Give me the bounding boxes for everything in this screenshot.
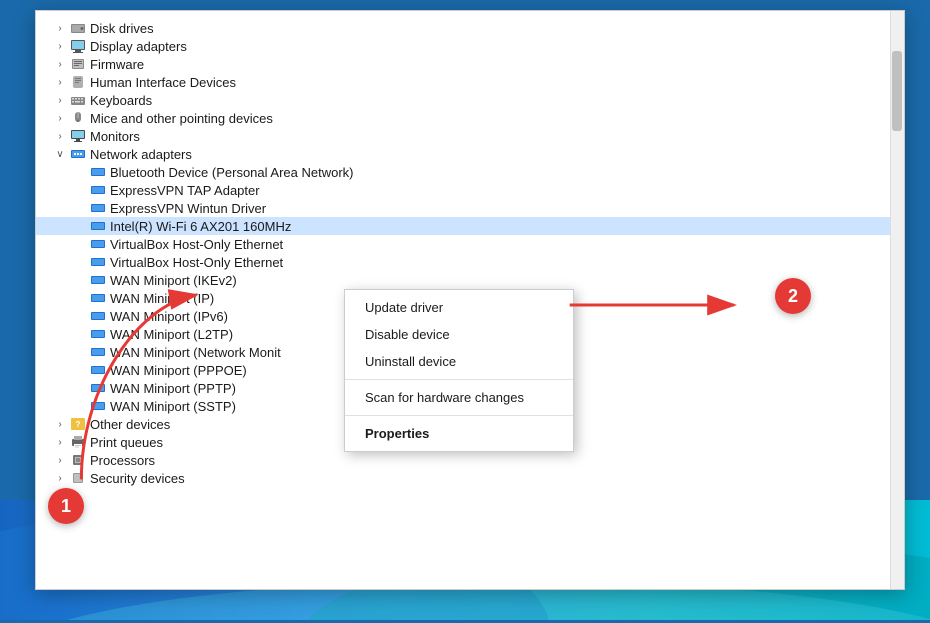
tree-item-wan-ikev2[interactable]: › WAN Miniport (IKEv2)	[36, 271, 904, 289]
expand-icon: ∨	[52, 146, 68, 162]
expand-icon: ›	[52, 416, 68, 432]
tree-item-expressvpn-tap[interactable]: › ExpressVPN TAP Adapter	[36, 181, 904, 199]
display-adapters-label: Display adapters	[90, 39, 187, 54]
security-devices-icon	[70, 470, 86, 486]
expand-icon: ›	[52, 434, 68, 450]
other-devices-label: Other devices	[90, 417, 170, 432]
tree-item-hid[interactable]: › Human Interface Devices	[36, 73, 904, 91]
tree-item-mice[interactable]: › Mice and other pointing devices	[36, 109, 904, 127]
disk-drives-icon	[70, 20, 86, 36]
network-adapters-icon	[70, 146, 86, 162]
mice-icon	[70, 110, 86, 126]
processors-label: Processors	[90, 453, 155, 468]
expressvpn-wintun-label: ExpressVPN Wintun Driver	[110, 201, 266, 216]
context-menu-properties[interactable]: Properties	[345, 420, 573, 447]
expand-icon: ›	[52, 128, 68, 144]
callout-2: 2	[775, 278, 811, 314]
tree-item-display-adapters[interactable]: › Display adapters	[36, 37, 904, 55]
vbox1-label: VirtualBox Host-Only Ethernet	[110, 237, 283, 252]
tree-item-bluetooth[interactable]: › Bluetooth Device (Personal Area Networ…	[36, 163, 904, 181]
tree-item-intel-wifi[interactable]: › Intel(R) Wi-Fi 6 AX201 160MHz	[36, 217, 904, 235]
vbox2-label: VirtualBox Host-Only Ethernet	[110, 255, 283, 270]
expand-icon: ›	[52, 470, 68, 486]
bluetooth-label: Bluetooth Device (Personal Area Network)	[110, 165, 354, 180]
scrollbar[interactable]	[890, 11, 904, 589]
display-adapters-icon	[70, 38, 86, 54]
intel-wifi-label: Intel(R) Wi-Fi 6 AX201 160MHz	[110, 219, 291, 234]
network-icon-10	[90, 326, 106, 342]
scrollbar-thumb[interactable]	[892, 51, 902, 131]
expand-icon: ›	[52, 74, 68, 90]
monitors-icon	[70, 128, 86, 144]
monitors-label: Monitors	[90, 129, 140, 144]
mice-label: Mice and other pointing devices	[90, 111, 273, 126]
network-icon-5	[90, 236, 106, 252]
expand-icon: ›	[52, 92, 68, 108]
tree-item-expressvpn-wintun[interactable]: › ExpressVPN Wintun Driver	[36, 199, 904, 217]
firmware-icon	[70, 56, 86, 72]
tree-item-network-adapters[interactable]: ∨ Network adapters	[36, 145, 904, 163]
wan-ipv6-label: WAN Miniport (IPv6)	[110, 309, 228, 324]
tree-item-monitors[interactable]: › Monitors	[36, 127, 904, 145]
other-devices-icon: ?	[70, 416, 86, 432]
context-menu-divider-1	[345, 379, 573, 380]
wan-pppoe-label: WAN Miniport (PPPOE)	[110, 363, 247, 378]
network-icon-12	[90, 362, 106, 378]
network-icon-13	[90, 380, 106, 396]
callout-1: 1	[48, 488, 84, 524]
processors-icon	[70, 452, 86, 468]
keyboards-icon	[70, 92, 86, 108]
wan-ip-label: WAN Miniport (IP)	[110, 291, 214, 306]
expressvpn-tap-label: ExpressVPN TAP Adapter	[110, 183, 260, 198]
expand-icon: ›	[52, 452, 68, 468]
context-menu-update-driver[interactable]: Update driver	[345, 294, 573, 321]
network-icon-8	[90, 290, 106, 306]
network-adapters-label: Network adapters	[90, 147, 192, 162]
network-icon-4	[90, 218, 106, 234]
network-icon-2	[90, 182, 106, 198]
tree-item-vbox1[interactable]: › VirtualBox Host-Only Ethernet	[36, 235, 904, 253]
hid-label: Human Interface Devices	[90, 75, 236, 90]
tree-item-security-devices[interactable]: › Security devices	[36, 469, 904, 487]
network-icon-7	[90, 272, 106, 288]
bluetooth-icon	[90, 164, 106, 180]
svg-text:?: ?	[76, 420, 81, 429]
network-icon-9	[90, 308, 106, 324]
network-icon-11	[90, 344, 106, 360]
firmware-label: Firmware	[90, 57, 144, 72]
context-menu-scan-changes[interactable]: Scan for hardware changes	[345, 384, 573, 411]
expand-icon: ›	[52, 110, 68, 126]
security-devices-label: Security devices	[90, 471, 185, 486]
hid-icon	[70, 74, 86, 90]
context-menu: Update driver Disable device Uninstall d…	[344, 289, 574, 452]
keyboards-label: Keyboards	[90, 93, 152, 108]
wan-pptp-label: WAN Miniport (PPTP)	[110, 381, 236, 396]
print-queues-icon	[70, 434, 86, 450]
expand-icon: ›	[52, 38, 68, 54]
wan-ikev2-label: WAN Miniport (IKEv2)	[110, 273, 237, 288]
context-menu-uninstall-device[interactable]: Uninstall device	[345, 348, 573, 375]
wan-sstp-label: WAN Miniport (SSTP)	[110, 399, 236, 414]
network-icon-14	[90, 398, 106, 414]
network-icon-3	[90, 200, 106, 216]
context-menu-disable-device[interactable]: Disable device	[345, 321, 573, 348]
tree-item-vbox2[interactable]: › VirtualBox Host-Only Ethernet	[36, 253, 904, 271]
expand-icon: ›	[52, 20, 68, 36]
expand-icon: ›	[52, 56, 68, 72]
wan-network-monitor-label: WAN Miniport (Network Monit	[110, 345, 281, 360]
network-icon-6	[90, 254, 106, 270]
tree-item-disk-drives[interactable]: › Disk drives	[36, 19, 904, 37]
context-menu-divider-2	[345, 415, 573, 416]
tree-item-firmware[interactable]: › Firmware	[36, 55, 904, 73]
disk-drives-label: Disk drives	[90, 21, 154, 36]
tree-item-keyboards[interactable]: › Keyboards	[36, 91, 904, 109]
tree-item-processors[interactable]: › Processors	[36, 451, 904, 469]
wan-l2tp-label: WAN Miniport (L2TP)	[110, 327, 233, 342]
print-queues-label: Print queues	[90, 435, 163, 450]
